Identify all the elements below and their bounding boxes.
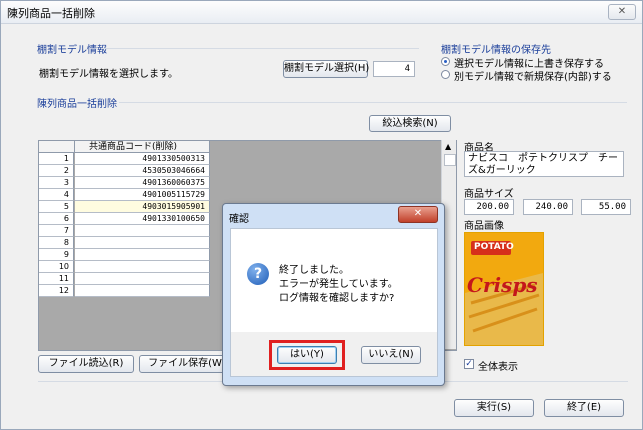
save-dest-group-title: 棚割モデル情報の保存先 — [441, 45, 551, 56]
bulk-group-title: 陳列商品一括削除 — [37, 99, 117, 110]
row-number[interactable]: 4 — [39, 189, 74, 201]
file-save-button[interactable]: ファイル保存(W) — [139, 355, 235, 373]
radio-overwrite[interactable] — [441, 57, 450, 66]
model-info-group-title: 棚割モデル情報 — [37, 45, 107, 56]
product-name-field: ナビスコ ポテトクリスプ チーズ&ガーリック — [464, 151, 624, 177]
product-image: POTATO Crisps — [464, 232, 544, 346]
dialog-close-icon[interactable]: ✕ — [398, 206, 438, 223]
model-info-description: 棚割モデル情報を選択します。 — [39, 69, 178, 80]
no-button[interactable]: いいえ(N) — [361, 346, 421, 364]
image-text-main: Crisps — [467, 273, 538, 297]
confirm-dialog: 確認 ✕ ? 終了しました。 エラーが発生しています。 ログ情報を確認しますか?… — [222, 203, 445, 386]
grid-cell-code[interactable]: 4901005115729 — [75, 189, 210, 201]
grid-cell-code[interactable] — [75, 285, 210, 297]
grid-cell-code[interactable]: 4530503046664 — [75, 165, 210, 177]
close-icon[interactable]: ✕ — [608, 4, 636, 20]
row-number[interactable]: 1 — [39, 153, 74, 165]
product-image-label: 商品画像 — [464, 221, 504, 232]
grid-cell-code[interactable]: 4901330100650 — [75, 213, 210, 225]
show-all-label: 全体表示 — [478, 362, 518, 373]
grid-cell-code[interactable]: 4903015905901 — [75, 201, 210, 213]
dialog-message-line-3: ログ情報を確認しますか? — [279, 293, 395, 304]
product-size-label: 商品サイズ — [464, 189, 514, 200]
scroll-thumb[interactable] — [444, 154, 456, 166]
size-depth-field: 55.00 — [581, 199, 631, 215]
row-number[interactable]: 7 — [39, 225, 74, 237]
dialog-body: ? 終了しました。 エラーが発生しています。 ログ情報を確認しますか? — [230, 228, 438, 334]
dialog-message-line-2: エラーが発生しています。 — [279, 279, 398, 290]
grid-cell-code[interactable]: 4901330500313 — [75, 153, 210, 165]
filter-search-button[interactable]: 絞込検索(N) — [369, 115, 451, 132]
show-all-checkbox[interactable]: ✓ — [464, 359, 474, 369]
bulk-divider — [119, 102, 627, 103]
image-text-top: POTATO — [474, 242, 514, 252]
row-number[interactable]: 11 — [39, 273, 74, 285]
row-number[interactable]: 12 — [39, 285, 74, 297]
row-number[interactable]: 9 — [39, 249, 74, 261]
row-number[interactable]: 8 — [39, 237, 74, 249]
grid-corner — [39, 141, 75, 153]
window-title: 陳列商品一括削除 — [7, 7, 95, 20]
select-model-button[interactable]: 棚割モデル選択(H) — [283, 60, 369, 78]
yes-button[interactable]: はい(Y) — [277, 346, 337, 364]
dialog-footer: はい(Y) いいえ(N) — [230, 332, 438, 377]
grid-column-header[interactable]: 共通商品コード(削除) — [75, 141, 210, 153]
grid-cell-code[interactable] — [75, 261, 210, 273]
model-info-divider — [101, 48, 419, 49]
grid-cell-code[interactable] — [75, 249, 210, 261]
model-count-field: 4 — [373, 61, 415, 77]
exit-button[interactable]: 終了(E) — [544, 399, 624, 417]
grid-cell-code[interactable] — [75, 273, 210, 285]
file-load-button[interactable]: ファイル読込(R) — [38, 355, 134, 373]
grid-cell-code[interactable]: 4901360060375 — [75, 177, 210, 189]
row-number[interactable]: 5 — [39, 201, 74, 213]
row-number[interactable]: 6 — [39, 213, 74, 225]
question-icon: ? — [247, 263, 269, 285]
radio-save-new-label: 別モデル情報で新規保存(内部)する — [454, 72, 612, 83]
dialog-title: 確認 — [229, 214, 249, 225]
size-height-field: 240.00 — [523, 199, 573, 215]
title-bar[interactable]: 陳列商品一括削除 ✕ — [1, 1, 642, 24]
grid-cell-code[interactable] — [75, 225, 210, 237]
row-number[interactable]: 2 — [39, 165, 74, 177]
radio-save-new[interactable] — [441, 70, 450, 79]
dialog-message-line-1: 終了しました。 — [279, 265, 349, 276]
grid-cell-code[interactable] — [75, 237, 210, 249]
run-button[interactable]: 実行(S) — [454, 399, 534, 417]
row-number[interactable]: 3 — [39, 177, 74, 189]
scroll-up-icon[interactable]: ▲ — [445, 142, 451, 151]
row-number[interactable]: 10 — [39, 261, 74, 273]
size-width-field: 200.00 — [464, 199, 514, 215]
